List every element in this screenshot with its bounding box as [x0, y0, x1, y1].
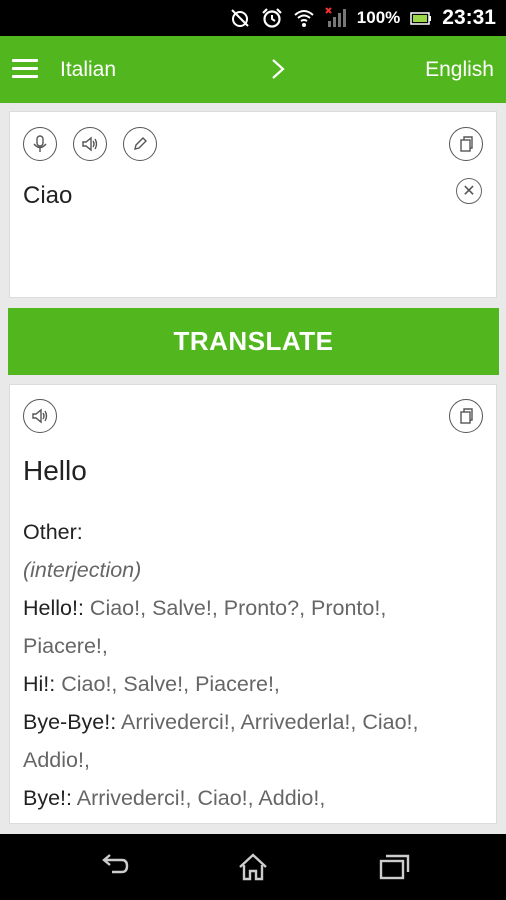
list-item: Bye-Bye!: Arrivederci!, Arrivederla!, Ci…	[23, 703, 493, 741]
speaker-icon[interactable]	[23, 399, 57, 433]
pencil-icon[interactable]	[123, 127, 157, 161]
chevron-right-icon[interactable]	[266, 56, 290, 82]
close-icon[interactable]: ✕	[456, 178, 482, 204]
status-bar: 100% 23:31	[0, 0, 506, 36]
app-bar: Italian English	[0, 36, 506, 103]
entry-synonyms-cont: Addio!,	[23, 748, 90, 772]
entry-term: Bye-Bye!:	[23, 710, 117, 734]
other-label: Other:	[23, 520, 83, 544]
entry-synonyms: Ciao!, Salve!, Piacere!,	[55, 672, 280, 696]
entry-synonyms-cont: Piacere!,	[23, 634, 108, 658]
entry-synonyms: Arrivederci!, Ciao!, Addio!,	[72, 786, 326, 810]
recent-apps-icon[interactable]	[375, 852, 411, 882]
entry-synonyms: Ciao!, Salve!, Pronto?, Pronto!,	[83, 596, 387, 620]
list-item: Hi!: Ciao!, Salve!, Piacere!,	[23, 665, 493, 703]
battery-icon	[410, 7, 432, 29]
navigation-bar	[0, 834, 506, 900]
part-of-speech: (interjection)	[23, 558, 142, 582]
speaker-icon[interactable]	[73, 127, 107, 161]
copy-icon[interactable]	[449, 127, 483, 161]
alarm-clock-icon	[261, 7, 283, 29]
entry-term: Hello!:	[23, 596, 84, 620]
microphone-icon[interactable]	[23, 127, 57, 161]
battery-percent: 100%	[356, 8, 401, 27]
target-language-selector[interactable]: English	[425, 58, 494, 82]
source-text-input[interactable]: Ciao	[23, 182, 72, 210]
clock-time: 23:31	[442, 6, 496, 29]
input-card: Ciao ✕	[9, 111, 497, 298]
entry-term: Bye!:	[23, 786, 72, 810]
home-icon[interactable]	[235, 852, 271, 882]
output-card: Hello Other: (interjection) Hello!: Ciao…	[9, 384, 497, 824]
list-item: Hello!: Ciao!, Salve!, Pronto?, Pronto!,	[23, 589, 493, 627]
translate-button[interactable]: TRANSLATE	[8, 308, 499, 375]
signal-icon	[325, 7, 347, 29]
menu-icon[interactable]	[12, 59, 38, 79]
alarm-off-icon	[229, 7, 251, 29]
wifi-icon	[293, 7, 315, 29]
main-translation: Hello	[23, 455, 87, 486]
entry-term: Hi!:	[23, 672, 56, 696]
copy-icon[interactable]	[449, 399, 483, 433]
list-item: Bye!: Arrivederci!, Ciao!, Addio!,	[23, 779, 493, 817]
translation-details: Other: (interjection) Hello!: Ciao!, Sal…	[23, 513, 493, 817]
entry-synonyms: Arrivederci!, Arrivederla!, Ciao!,	[116, 710, 419, 734]
back-icon[interactable]	[96, 852, 132, 882]
source-language-selector[interactable]: Italian	[60, 58, 116, 82]
